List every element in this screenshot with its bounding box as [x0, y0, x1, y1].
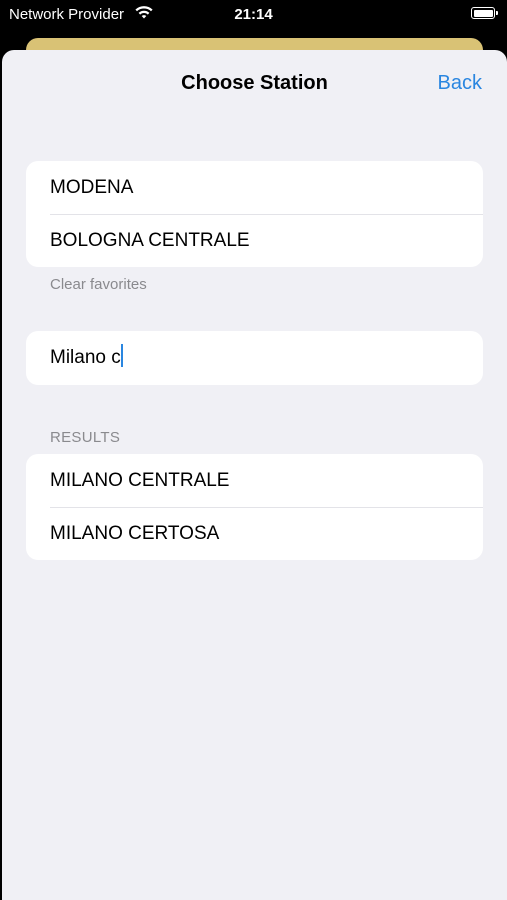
search-input-value: Milano c [50, 347, 121, 368]
search-input[interactable]: Milano c [50, 331, 123, 385]
text-caret [120, 344, 123, 368]
choose-station-sheet: Choose Station Back MODENA BOLOGNA CENTR… [2, 50, 507, 900]
back-button[interactable]: Back [438, 72, 482, 95]
favorite-item-bologna-centrale[interactable]: BOLOGNA CENTRALE [26, 214, 483, 267]
results-header: RESULTS [50, 429, 121, 446]
favorites-list: MODENA BOLOGNA CENTRALE [26, 161, 483, 267]
result-item-milano-centrale[interactable]: MILANO CENTRALE [26, 454, 483, 507]
battery-icon [471, 7, 498, 19]
page-title: Choose Station [181, 72, 328, 94]
search-field[interactable]: Milano c [26, 331, 483, 385]
clear-favorites-button[interactable]: Clear favorites [50, 276, 147, 293]
result-item-milano-certosa[interactable]: MILANO CERTOSA [26, 507, 483, 560]
status-time: 21:14 [234, 6, 273, 23]
results-list: MILANO CENTRALE MILANO CERTOSA [26, 454, 483, 560]
favorite-item-modena[interactable]: MODENA [26, 161, 483, 214]
status-bar: Network Provider 21:14 [0, 0, 507, 30]
